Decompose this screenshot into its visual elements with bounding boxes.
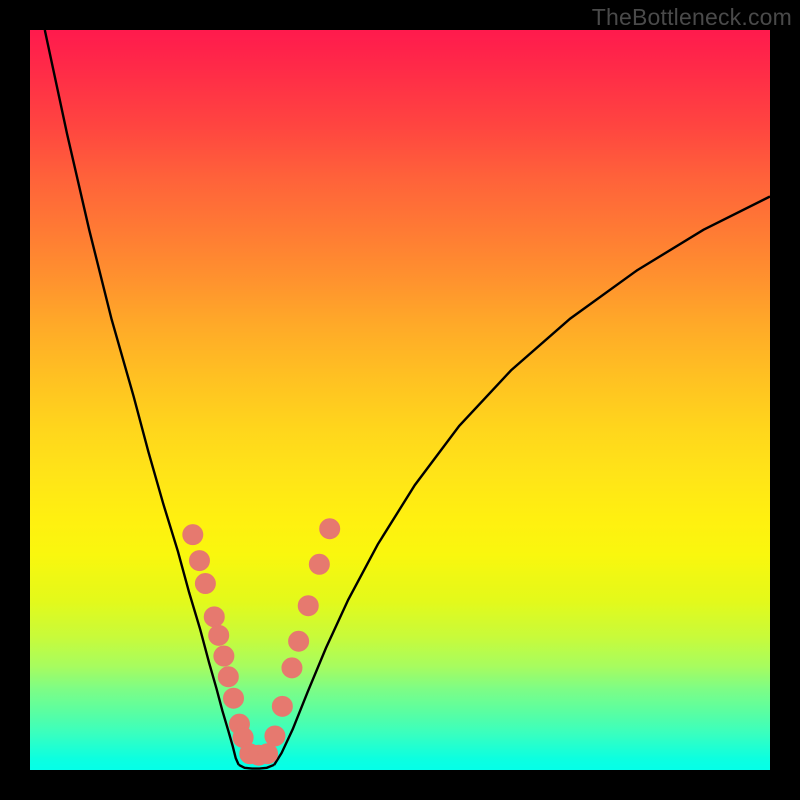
curve-bead [309,554,329,574]
curve-bead [195,574,215,594]
curve-beads [183,519,340,765]
curve-bead [282,658,302,678]
curve-bead [258,744,278,764]
attribution-watermark: TheBottleneck.com [592,4,792,31]
curve-bead [209,625,229,645]
curve-bead [189,551,209,571]
curve-bead [289,631,309,651]
curve-bead [265,726,285,746]
curve-bead [320,519,340,539]
curve-right-branch [274,197,770,765]
curve-bead [214,646,234,666]
curve-bead [218,667,238,687]
curve-left-branch [45,30,239,765]
chart-frame: TheBottleneck.com [0,0,800,800]
curve-bead [224,688,244,708]
curve-bead [183,525,203,545]
gradient-plot-area [30,30,770,770]
curve-bead [298,596,318,616]
curve-bead [272,696,292,716]
curve-layer [30,30,770,770]
curve-bead [204,607,224,627]
